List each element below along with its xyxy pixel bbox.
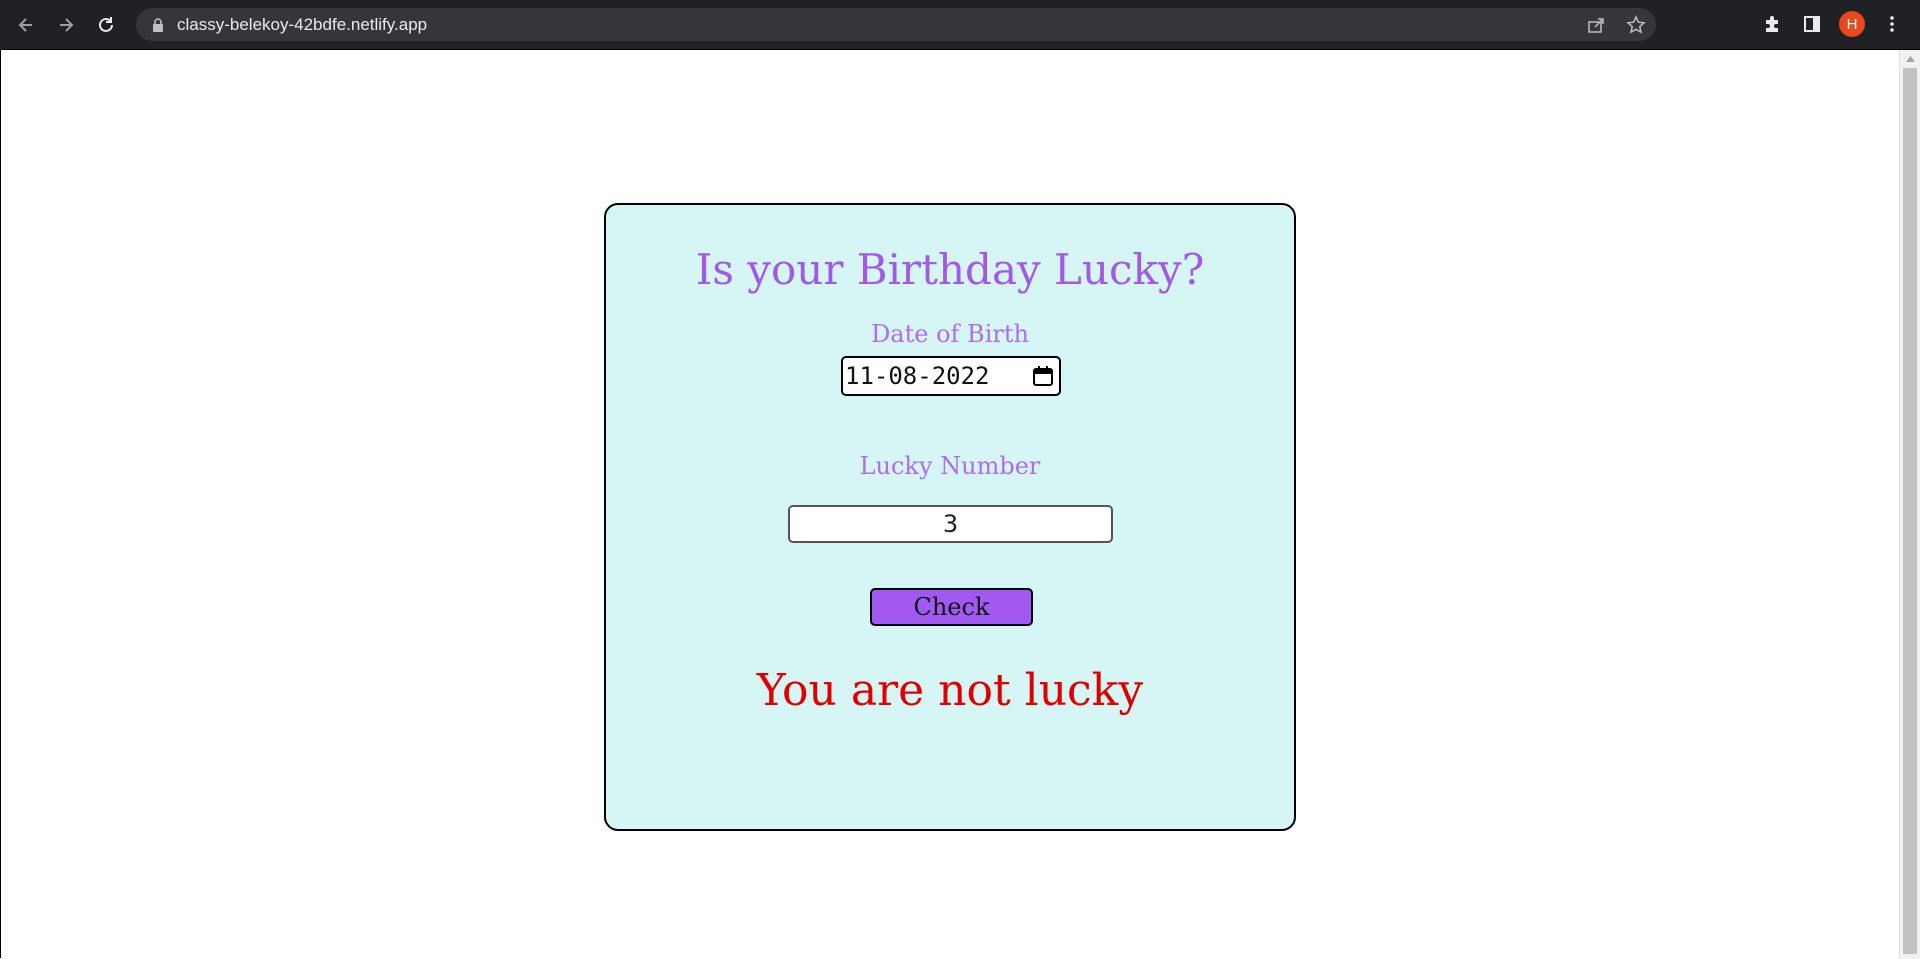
star-icon — [1626, 14, 1646, 34]
lucky-card: Is your Birthday Lucky? Date of Birth 11… — [604, 203, 1296, 831]
arrow-left-icon — [18, 17, 32, 32]
side-panel-button[interactable] — [1792, 4, 1832, 44]
lucky-number-label: Lucky Number — [859, 452, 1041, 480]
arrow-right-icon — [60, 17, 74, 32]
more-vert-icon — [1890, 16, 1894, 32]
lock-icon — [153, 17, 163, 32]
vertical-scrollbar[interactable] — [1899, 50, 1920, 959]
scroll-thumb[interactable] — [1903, 68, 1917, 954]
menu-button[interactable] — [1872, 4, 1912, 44]
dob-value: 11-08-2022 — [845, 362, 990, 390]
extensions-button[interactable] — [1752, 4, 1792, 44]
bookmark-button[interactable] — [1616, 8, 1656, 41]
triangle-up-icon — [1905, 55, 1915, 62]
calendar-icon[interactable] — [1032, 365, 1054, 387]
profile-button[interactable]: H — [1832, 4, 1872, 44]
puzzle-icon — [1766, 16, 1778, 32]
back-button[interactable] — [6, 5, 46, 45]
forward-button[interactable] — [46, 5, 86, 45]
page-viewport: Is your Birthday Lucky? Date of Birth 11… — [0, 49, 1920, 959]
side-panel-icon — [1804, 16, 1820, 32]
url-text: classy-belekoy-42bdfe.netlify.app — [177, 14, 428, 34]
share-icon — [1588, 17, 1604, 33]
browser-toolbar: classy-belekoy-42bdfe.netlify.app H — [0, 0, 1920, 49]
share-button[interactable] — [1576, 8, 1616, 41]
lucky-number-input[interactable]: 3 — [788, 505, 1113, 543]
check-button[interactable]: Check — [870, 588, 1033, 626]
dob-date-input[interactable]: 11-08-2022 — [841, 356, 1061, 396]
address-bar[interactable]: classy-belekoy-42bdfe.netlify.app — [136, 8, 1656, 41]
dob-label: Date of Birth — [871, 320, 1029, 348]
result-message: You are not lucky — [756, 665, 1144, 716]
scroll-up-arrow[interactable] — [1900, 50, 1920, 67]
avatar: H — [1839, 11, 1865, 37]
reload-icon — [99, 16, 113, 32]
page-title: Is your Birthday Lucky? — [695, 245, 1205, 294]
reload-button[interactable] — [86, 5, 126, 45]
